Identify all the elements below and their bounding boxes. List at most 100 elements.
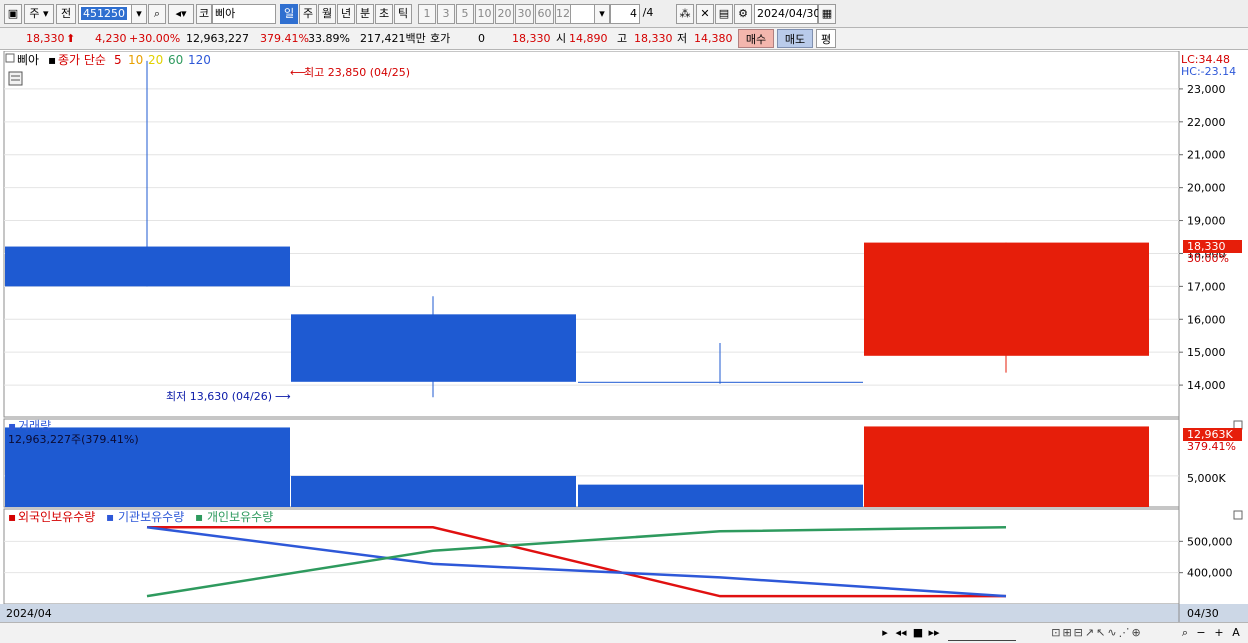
price-panel-title: 삐아 — [17, 53, 39, 67]
holding-axis-ticks: 500,000 400,000 — [1179, 535, 1233, 580]
hoga-label: 호가 — [430, 32, 451, 45]
interval-tab[interactable]: 1 — [418, 4, 436, 24]
count-total: /4 — [642, 6, 654, 19]
play-icon[interactable]: ▸ — [878, 625, 892, 641]
scroll-slider[interactable] — [948, 625, 1016, 641]
fast-forward-icon[interactable]: ▸▸ — [927, 625, 941, 641]
period-tab[interactable]: 년 — [337, 4, 355, 24]
volume-last-pct: 379.41% — [1187, 440, 1236, 453]
period-tab[interactable]: 틱 — [394, 4, 412, 24]
ma-separator: ▪ — [48, 53, 56, 67]
price-tick-label: 23,000 — [1187, 83, 1226, 96]
stock-name-field[interactable]: 삐아 — [212, 4, 276, 24]
volume-close-icon[interactable] — [1233, 420, 1243, 430]
quote-change: 4,230 — [95, 32, 127, 45]
candle-body — [291, 314, 576, 382]
calendar-icon[interactable]: ▦ — [818, 4, 836, 24]
interval-dropdown-icon[interactable]: ▾ — [594, 4, 610, 24]
legend-bullet-foreign: ▪ — [8, 510, 16, 524]
ma-20: 20 — [148, 53, 163, 67]
ma-10: 10 — [128, 53, 143, 67]
code-dropdown-icon[interactable]: ▾ — [131, 4, 147, 24]
volume-axis-label: 5,000K — [1187, 472, 1226, 485]
period-tab[interactable]: 주 — [299, 4, 317, 24]
window-icon[interactable]: ▣ — [4, 4, 22, 24]
legend-individual: 개인보유수량 — [207, 510, 273, 524]
compare-icon[interactable]: ⁂ — [676, 4, 694, 24]
exchange-label: 코 — [196, 4, 212, 24]
zoom-in-icon[interactable]: + — [1212, 625, 1226, 641]
volume-info: 12,963,227주(379.41%) — [8, 433, 139, 446]
buy-button[interactable]: 매수 — [738, 29, 774, 48]
prev-button[interactable]: 전 — [56, 4, 76, 24]
ma-120: 120 — [188, 53, 211, 67]
quote-price: 18,330 — [26, 32, 65, 45]
speaker-icon[interactable]: ◂▾ — [168, 4, 194, 24]
period-tab[interactable]: 분 — [356, 4, 374, 24]
code-input[interactable]: 451250 — [78, 4, 138, 24]
main-toolbar: ▣ 주 ▾ 전 451250 ▾ ⌕ ◂▾ 코 삐아 일주월년분초틱 1 3 5 10… — [0, 0, 1248, 28]
open-label: 시 — [556, 32, 567, 45]
volume-panel-bullet: ▪ — [8, 419, 16, 433]
market-select-label: 주 — [29, 7, 40, 20]
legend-bullet-individual: ▪ — [195, 510, 203, 524]
volume-panel-title: 거래량 — [18, 419, 51, 433]
font-size-icon[interactable]: A — [1229, 625, 1243, 641]
price-tick-label: 14,000 — [1187, 379, 1226, 392]
market-select[interactable]: 주 ▾ — [24, 4, 54, 24]
quote-strip: 18,330 ⬆ 4,230 +30.00% 12,963,227 379.41… — [0, 28, 1248, 50]
interval-tab[interactable]: 30 — [515, 4, 534, 24]
save-icon[interactable]: ▤ — [715, 4, 733, 24]
hoga-value: 0 — [478, 32, 485, 45]
price-panel-frame — [3, 50, 1180, 418]
last-pct-tag: 30.00% — [1187, 252, 1229, 265]
x-axis-right-label: 04/30 — [1187, 607, 1219, 620]
interval-tab[interactable]: 3 — [437, 4, 455, 24]
legend-bullet-institution: ▪ — [106, 510, 114, 524]
period-tab[interactable]: 월 — [318, 4, 336, 24]
grid-table-icon[interactable] — [8, 71, 23, 86]
date-input[interactable]: 2024/04/30 — [754, 4, 820, 24]
hoga-price: 18,330 — [512, 32, 551, 45]
period-tab[interactable]: 일 — [280, 4, 298, 24]
x-axis-left-label: 2024/04 — [6, 607, 52, 620]
price-tick-label: 15,000 — [1187, 346, 1226, 359]
stop-icon[interactable]: ■ — [911, 625, 925, 641]
period-tab[interactable]: 초 — [375, 4, 393, 24]
gear-icon[interactable]: ⚙ — [734, 4, 752, 24]
min-label: 최저 13,630 (04/26) — [166, 390, 272, 403]
candle-body — [864, 242, 1149, 356]
count-input[interactable]: 4 — [610, 4, 640, 24]
price-tick-label: 22,000 — [1187, 116, 1226, 129]
interval-tab[interactable]: 10 — [475, 4, 494, 24]
rewind-icon[interactable]: ◂◂ — [894, 625, 908, 641]
min-arrow-icon: ⟶ — [275, 390, 291, 403]
price-tick-label: 19,000 — [1187, 215, 1226, 228]
legend-foreign: 외국인보유수량 — [18, 510, 95, 524]
chart-svg[interactable]: 14,00015,00016,00017,00018,00019,00020,0… — [0, 50, 1248, 622]
sell-button[interactable]: 매도 — [777, 29, 813, 48]
candle-body — [5, 246, 290, 287]
search-icon[interactable]: ⌕ — [148, 4, 166, 24]
price-axis-ticks: 14,00015,00016,00017,00018,00019,00020,0… — [1179, 83, 1226, 392]
interval-tab[interactable]: 5 — [456, 4, 474, 24]
price-tick-label: 20,000 — [1187, 182, 1226, 195]
holding-close-icon[interactable] — [1233, 510, 1243, 520]
zoom-out-icon[interactable]: − — [1194, 625, 1208, 641]
arrow-up-icon: ⬆ — [66, 32, 76, 45]
holding-tick-label: 400,000 — [1187, 567, 1233, 580]
interval-tab[interactable]: 20 — [495, 4, 514, 24]
legend-institution: 기관보유수량 — [118, 510, 184, 524]
holding-tick-label: 500,000 — [1187, 535, 1233, 548]
bottom-bar: ▸ ◂◂ ■ ▸▸ ⊡⊞⊟↗↖∿⋰⊕ ⌕ − + A — [0, 622, 1248, 643]
drawing-tools-icon[interactable]: ⊡⊞⊟↗↖∿⋰⊕ — [1022, 625, 1172, 641]
low-label: 저 — [677, 32, 688, 45]
chart-area[interactable]: 14,000 15,000 16,000 17,000 18,000 19,000 20,0… — [0, 50, 1248, 622]
interval-tab[interactable]: 60 — [535, 4, 554, 24]
quote-turnover: 33.89% — [308, 32, 350, 45]
volume-bar — [578, 484, 863, 507]
eval-button[interactable]: 평 — [816, 29, 836, 48]
volume-bar — [291, 475, 576, 507]
crosshair-icon[interactable]: ✕ — [696, 4, 714, 24]
zoom-search-icon[interactable]: ⌕ — [1178, 625, 1192, 641]
